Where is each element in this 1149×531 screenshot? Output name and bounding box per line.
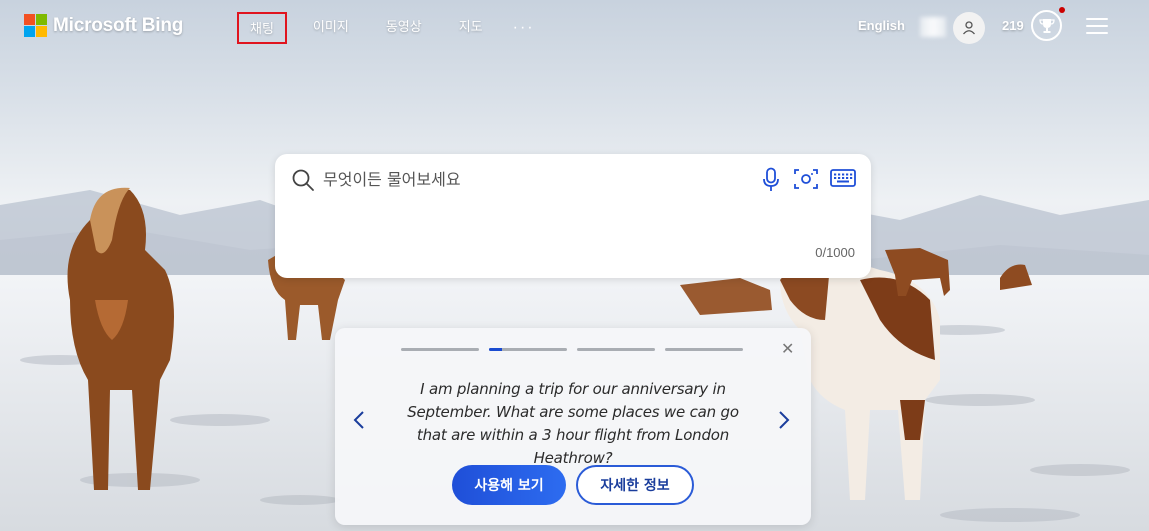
microsoft-logo-icon [24,14,47,37]
keyboard-icon[interactable] [830,168,856,188]
progress-segment-3[interactable] [577,348,655,351]
suggestion-card: ✕ I am planning a trip for our anniversa… [335,328,811,525]
logo-text: Microsoft Bing [53,14,184,36]
carousel-progress [401,348,743,351]
character-counter: 0/1000 [815,245,855,260]
search-icon [292,169,314,191]
nav-item-chat[interactable]: 채팅 [237,12,287,44]
account-avatar-button[interactable] [953,12,985,44]
chevron-left-icon[interactable] [353,410,365,430]
suggestion-prompt: I am planning a trip for our anniversary… [407,380,739,467]
main-nav: 채팅 이미지 동영상 지도 ··· [237,12,535,44]
progress-segment-1[interactable] [401,348,479,351]
header: Microsoft Bing 채팅 이미지 동영상 지도 ··· English… [0,0,1149,54]
account-name-blurred [920,17,946,37]
rewards-points[interactable]: 219 [1002,18,1024,33]
progress-segment-4[interactable] [665,348,743,351]
user-icon [963,21,975,35]
rewards-button[interactable] [1031,10,1062,41]
search-box: 0/1000 [275,154,871,278]
bing-logo[interactable]: Microsoft Bing [24,14,183,37]
chevron-right-icon[interactable] [778,410,790,430]
learn-more-button[interactable]: 자세한 정보 [576,465,694,505]
progress-segment-2[interactable] [489,348,567,351]
language-toggle[interactable]: English [858,18,905,33]
notification-dot [1059,7,1065,13]
more-menu-button[interactable]: ··· [513,13,535,43]
microphone-icon[interactable] [762,167,780,193]
search-input[interactable] [323,166,743,192]
visual-search-icon[interactable] [793,167,819,191]
nav-item-images[interactable]: 이미지 [302,12,360,44]
hamburger-menu-button[interactable] [1086,18,1108,36]
nav-item-maps[interactable]: 지도 [448,12,494,44]
try-it-button[interactable]: 사용해 보기 [452,465,566,505]
trophy-icon [1038,18,1055,33]
nav-item-videos[interactable]: 동영상 [375,12,433,44]
close-icon[interactable]: ✕ [781,342,794,358]
